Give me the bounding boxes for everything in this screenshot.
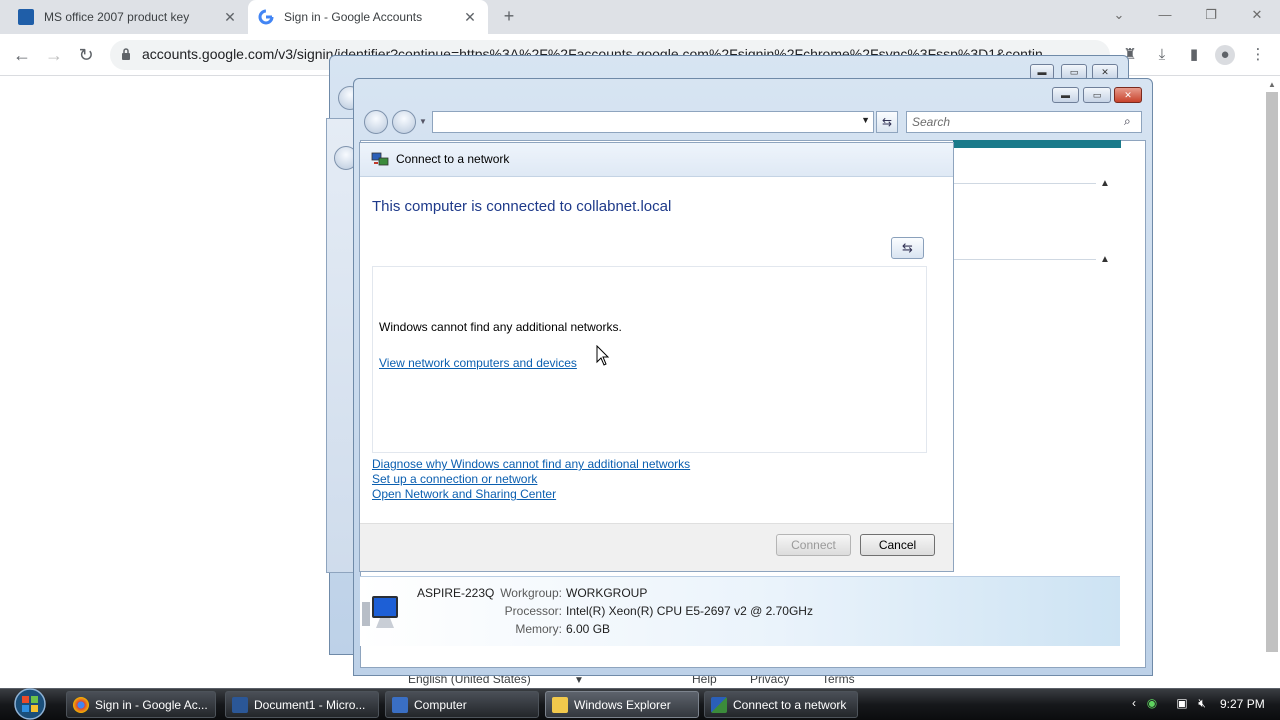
connect-button[interactable]: Connect: [776, 534, 851, 556]
menu-kebab-icon[interactable]: ⋮: [1248, 45, 1268, 65]
workgroup-label: Workgroup:: [500, 586, 562, 600]
explorer-header-strip: [953, 140, 1121, 148]
lock-icon: [122, 48, 130, 60]
tab-title: MS office 2007 product key: [44, 10, 190, 24]
explorer-refresh-icon[interactable]: ⇆: [876, 111, 898, 133]
tab-title: Sign in - Google Accounts: [284, 10, 423, 24]
network-tray-icon[interactable]: ◉: [1144, 696, 1160, 712]
recent-pages-dropdown-icon[interactable]: ▼: [419, 117, 427, 126]
language-dropdown-icon[interactable]: ▼: [574, 675, 584, 686]
section-divider: [953, 259, 1096, 260]
restore-icon[interactable]: ❐: [1200, 4, 1222, 26]
search-icon[interactable]: ⌕: [1124, 114, 1131, 129]
close-tab-icon[interactable]: ✕: [222, 9, 238, 26]
word-icon: [232, 696, 248, 713]
processor-value: Intel(R) Xeon(R) CPU E5-2697 v2 @ 2.70GH…: [566, 604, 813, 618]
refresh-networks-button[interactable]: ⇆: [891, 237, 924, 259]
google-icon: [258, 9, 274, 25]
forward-nav-icon[interactable]: [392, 110, 416, 134]
chrome-icon: [73, 696, 89, 713]
collapse-chevron-icon[interactable]: ▲: [1100, 178, 1114, 189]
address-dropdown-icon[interactable]: ▼: [861, 115, 870, 125]
setup-connection-link[interactable]: Set up a connection or network: [372, 472, 537, 486]
no-networks-message: Windows cannot find any additional netwo…: [379, 320, 622, 334]
forward-icon[interactable]: →: [42, 45, 66, 65]
taskbar-item-label: Computer: [414, 697, 467, 712]
show-hidden-icons[interactable]: ‹: [1126, 696, 1142, 712]
monitor-tray-icon[interactable]: ▣: [1174, 696, 1190, 712]
network-icon: [711, 696, 727, 713]
memory-value: 6.00 GB: [566, 622, 611, 636]
volume-muted-icon[interactable]: 🔇︎: [1194, 696, 1210, 712]
taskbar-item-chrome[interactable]: Sign in - Google Ac...: [66, 691, 216, 718]
start-button-icon[interactable]: [10, 687, 50, 720]
word-icon: [18, 9, 34, 25]
diagnose-link[interactable]: Diagnose why Windows cannot find any add…: [372, 457, 690, 471]
mouse-pointer-icon: [596, 345, 610, 366]
explorer-search-input[interactable]: Search: [906, 111, 1142, 133]
tab-search-icon[interactable]: ⌄: [1108, 4, 1130, 26]
taskbar-item-word[interactable]: Document1 - Micro...: [225, 691, 379, 718]
explorer-address-bar[interactable]: ▼: [432, 111, 874, 133]
network-sharing-center-link[interactable]: Open Network and Sharing Center: [372, 487, 556, 501]
scroll-up-arrow-icon[interactable]: ▲: [1266, 80, 1278, 90]
side-panel-icon[interactable]: ▮: [1184, 45, 1204, 65]
tab-ms-office[interactable]: MS office 2007 product key ✕: [8, 0, 248, 34]
dialog-title: Connect to a network: [396, 152, 510, 166]
maximize-icon[interactable]: ▭: [1083, 87, 1111, 103]
clock[interactable]: 9:27 PM: [1220, 697, 1265, 711]
taskbar-item-label: Sign in - Google Ac...: [95, 697, 208, 712]
memory-label: Memory:: [515, 622, 562, 636]
section-divider: [953, 183, 1096, 184]
minimize-icon[interactable]: ▬: [1052, 87, 1079, 103]
tab-google-signin[interactable]: Sign in - Google Accounts ✕: [248, 0, 488, 34]
taskbar-item-connect-network[interactable]: Connect to a network: [704, 691, 858, 718]
close-window-icon[interactable]: ✕: [1246, 4, 1268, 26]
processor-label: Processor:: [504, 604, 562, 618]
new-tab-button[interactable]: +: [498, 5, 520, 27]
computer-monitor-icon: [362, 596, 398, 628]
close-tab-icon[interactable]: ✕: [462, 9, 478, 26]
background-window-edge: [326, 118, 356, 573]
minimize-icon[interactable]: —: [1154, 4, 1176, 26]
reload-icon[interactable]: ↻: [74, 45, 98, 65]
network-icon: [371, 152, 389, 166]
folder-icon: [552, 696, 568, 713]
back-icon[interactable]: ←: [10, 45, 34, 65]
taskbar-item-label: Windows Explorer: [574, 697, 671, 712]
back-nav-icon[interactable]: [364, 110, 388, 134]
page-scrollbar[interactable]: [1266, 92, 1278, 652]
computer-icon: [392, 696, 408, 713]
connection-status-heading: This computer is connected to collabnet.…: [372, 198, 672, 215]
collapse-chevron-icon[interactable]: ▲: [1100, 254, 1114, 265]
close-icon[interactable]: ✕: [1114, 87, 1142, 103]
taskbar-item-label: Document1 - Micro...: [254, 697, 366, 712]
download-icon[interactable]: ⤓: [1152, 45, 1172, 65]
workgroup-value: WORKGROUP: [566, 586, 648, 600]
taskbar-item-label: Connect to a network: [733, 697, 847, 712]
cancel-button[interactable]: Cancel: [860, 534, 935, 556]
taskbar-item-windows-explorer[interactable]: Windows Explorer: [545, 691, 699, 718]
taskbar-item-computer[interactable]: Computer: [385, 691, 539, 718]
view-network-computers-link[interactable]: View network computers and devices: [379, 356, 577, 370]
profile-avatar-icon[interactable]: ●: [1215, 45, 1235, 65]
